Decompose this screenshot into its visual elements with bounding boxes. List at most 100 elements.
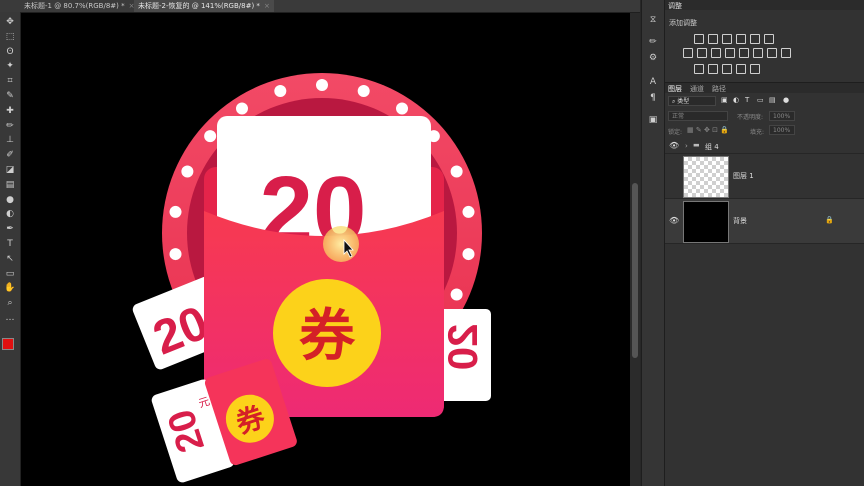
adjustment-layer-icon[interactable] bbox=[722, 64, 732, 74]
libraries-icon[interactable]: ▣ bbox=[646, 114, 660, 126]
ring-dot bbox=[169, 205, 182, 218]
scrollbar-thumb[interactable] bbox=[632, 183, 638, 358]
ring-dot bbox=[462, 205, 475, 218]
path-select-icon[interactable]: ↖ bbox=[3, 253, 17, 265]
close-icon[interactable]: × bbox=[264, 2, 270, 10]
small-card-right: 20 bbox=[439, 309, 491, 401]
blend-mode-value: 正常 bbox=[672, 113, 685, 120]
lock-position-icon[interactable]: ✥ bbox=[704, 126, 710, 134]
healing-brush-icon[interactable]: ✚ bbox=[3, 105, 17, 117]
tab-channels[interactable]: 通道 bbox=[690, 84, 704, 94]
adjustment-layer-icon[interactable] bbox=[683, 48, 693, 58]
adjustments-tab-bar: 调整 bbox=[665, 0, 864, 10]
move-icon[interactable]: ✥ bbox=[3, 16, 17, 28]
eye-icon[interactable]: 👁 bbox=[669, 216, 679, 225]
filter-smart-object-icon[interactable]: ▤ bbox=[769, 96, 776, 104]
type-icon[interactable]: T bbox=[3, 238, 17, 250]
tools-panel: ✥ ⬚ ʘ ✦ ⌗ ✎ ✚ ✏ ⊥ ✐ ◪ ▤ ● ◐ ✒ T ↖ ▭ ✋ ⌕ … bbox=[0, 12, 21, 486]
magic-wand-icon[interactable]: ✦ bbox=[3, 60, 17, 72]
crop-icon[interactable]: ⌗ bbox=[3, 75, 17, 87]
adjustment-layer-icon[interactable] bbox=[736, 64, 746, 74]
tab-document-2[interactable]: 未标题-2-恢复的 @ 141%(RGB/8#) * × bbox=[134, 0, 274, 12]
layers-tab-bar: 图层 通道 路径 bbox=[665, 82, 864, 93]
adjustment-layer-icon[interactable] bbox=[722, 34, 732, 44]
adjustment-layer-icon[interactable] bbox=[736, 34, 746, 44]
layer-row-layer1[interactable]: 图层 1 bbox=[665, 154, 864, 199]
clone-stamp-icon[interactable]: ⊥ bbox=[3, 134, 17, 146]
opacity-label: 不透明度: bbox=[737, 114, 764, 121]
folder-icon: ▬ bbox=[693, 141, 700, 149]
tab-layers[interactable]: 图层 bbox=[668, 84, 682, 94]
tab-paths[interactable]: 路径 bbox=[712, 84, 726, 94]
collapsed-panels-strip: ⧖ ✏ ⚙ A ¶ ▣ bbox=[641, 0, 665, 486]
lock-artboard-icon[interactable]: ⊡ bbox=[712, 126, 718, 134]
lock-all-icon[interactable]: 🔒 bbox=[720, 126, 729, 134]
expand-chevron-icon[interactable]: › bbox=[685, 142, 688, 150]
brush-icon[interactable]: ✏ bbox=[3, 120, 17, 132]
brush-settings-icon[interactable]: ✏ bbox=[646, 36, 660, 48]
fill-value: 100% bbox=[773, 127, 791, 134]
marquee-icon[interactable]: ⬚ bbox=[3, 31, 17, 43]
opacity-value: 100% bbox=[773, 113, 791, 120]
ring-dot bbox=[316, 79, 328, 91]
tab-document-1[interactable]: 未标题-1 @ 80.7%(RGB/8#) * × bbox=[20, 0, 139, 12]
canvas-vertical-scrollbar[interactable] bbox=[630, 13, 640, 486]
ring-dot bbox=[169, 248, 182, 261]
adjustment-layer-icon[interactable] bbox=[739, 48, 749, 58]
adjustment-layer-icon[interactable] bbox=[767, 48, 777, 58]
blur-icon[interactable]: ● bbox=[3, 194, 17, 206]
eye-icon[interactable]: 👁 bbox=[669, 141, 679, 150]
adjustments-subtitle: 添加调整 bbox=[669, 19, 697, 27]
gradient-icon[interactable]: ▤ bbox=[3, 179, 17, 191]
zoom-icon[interactable]: ⌕ bbox=[3, 297, 17, 309]
filter-adjustment-icon[interactable]: ◐ bbox=[733, 96, 739, 104]
rectangle-icon[interactable]: ▭ bbox=[3, 268, 17, 280]
lock-pixels-icon[interactable]: ▦ bbox=[687, 126, 694, 134]
adjustment-layer-icon[interactable] bbox=[711, 48, 721, 58]
cursor-highlight bbox=[323, 226, 359, 262]
lock-paint-icon[interactable]: ✎ bbox=[696, 126, 702, 134]
lock-icons: ▦ ✎ ✥ ⊡ 🔒 bbox=[687, 126, 729, 134]
layer-thumbnail bbox=[683, 156, 729, 198]
history-brush-icon[interactable]: ✐ bbox=[3, 149, 17, 161]
more-icon[interactable]: … bbox=[3, 312, 17, 324]
adjustment-layer-icon[interactable] bbox=[694, 34, 704, 44]
lasso-icon[interactable]: ʘ bbox=[3, 46, 17, 58]
layer-filter-select[interactable]: ⌕ 类型 bbox=[668, 96, 716, 106]
paragraph-icon[interactable]: ¶ bbox=[646, 92, 660, 104]
adjustment-layer-icon[interactable] bbox=[781, 48, 791, 58]
adjustment-layer-icon[interactable] bbox=[750, 64, 760, 74]
adjustment-layer-icon[interactable] bbox=[694, 64, 704, 74]
filter-pixel-icon[interactable]: ▣ bbox=[721, 96, 728, 104]
layer-row-background[interactable]: 👁 背景 🔒 bbox=[665, 199, 864, 244]
character-icon[interactable]: A bbox=[646, 76, 660, 88]
filter-type-icon[interactable]: T bbox=[745, 96, 749, 104]
document-tab-bar: 未标题-1 @ 80.7%(RGB/8#) * × 未标题-2-恢复的 @ 141… bbox=[0, 0, 640, 13]
adjustment-layer-icon[interactable] bbox=[708, 64, 718, 74]
pen-icon[interactable]: ✒ bbox=[3, 223, 17, 235]
eyedropper-icon[interactable]: ✎ bbox=[3, 90, 17, 102]
foreground-color-swatch[interactable] bbox=[2, 338, 14, 350]
history-icon[interactable]: ⧖ bbox=[646, 14, 660, 26]
adjustment-layer-icon[interactable] bbox=[764, 34, 774, 44]
adjustment-layer-icon[interactable] bbox=[708, 34, 718, 44]
lock-label: 锁定: bbox=[668, 129, 683, 136]
opacity-field[interactable]: 100% bbox=[769, 111, 795, 121]
adjustments-tab[interactable]: 调整 bbox=[668, 1, 682, 11]
filter-toggle-icon[interactable]: ● bbox=[783, 96, 789, 104]
properties-icon[interactable]: ⚙ bbox=[646, 52, 660, 64]
layer-name: 背景 bbox=[733, 217, 747, 225]
filter-shape-icon[interactable]: ▭ bbox=[757, 96, 764, 104]
adjustment-layer-icon[interactable] bbox=[697, 48, 707, 58]
blend-mode-select[interactable]: 正常 bbox=[668, 111, 728, 121]
hand-icon[interactable]: ✋ bbox=[3, 282, 17, 294]
layer-row-group[interactable]: 👁 › ▬ 组 4 bbox=[665, 139, 864, 154]
dodge-icon[interactable]: ◐ bbox=[3, 208, 17, 220]
adjustment-layer-icon[interactable] bbox=[725, 48, 735, 58]
adjustment-layer-icon[interactable] bbox=[750, 34, 760, 44]
fill-field[interactable]: 100% bbox=[769, 125, 795, 135]
document-canvas[interactable]: 20 20 20 元 券 20 元 券 bbox=[21, 13, 630, 486]
adjustment-layer-icon[interactable] bbox=[753, 48, 763, 58]
search-icon: ⌕ bbox=[672, 98, 676, 105]
eraser-icon[interactable]: ◪ bbox=[3, 164, 17, 176]
